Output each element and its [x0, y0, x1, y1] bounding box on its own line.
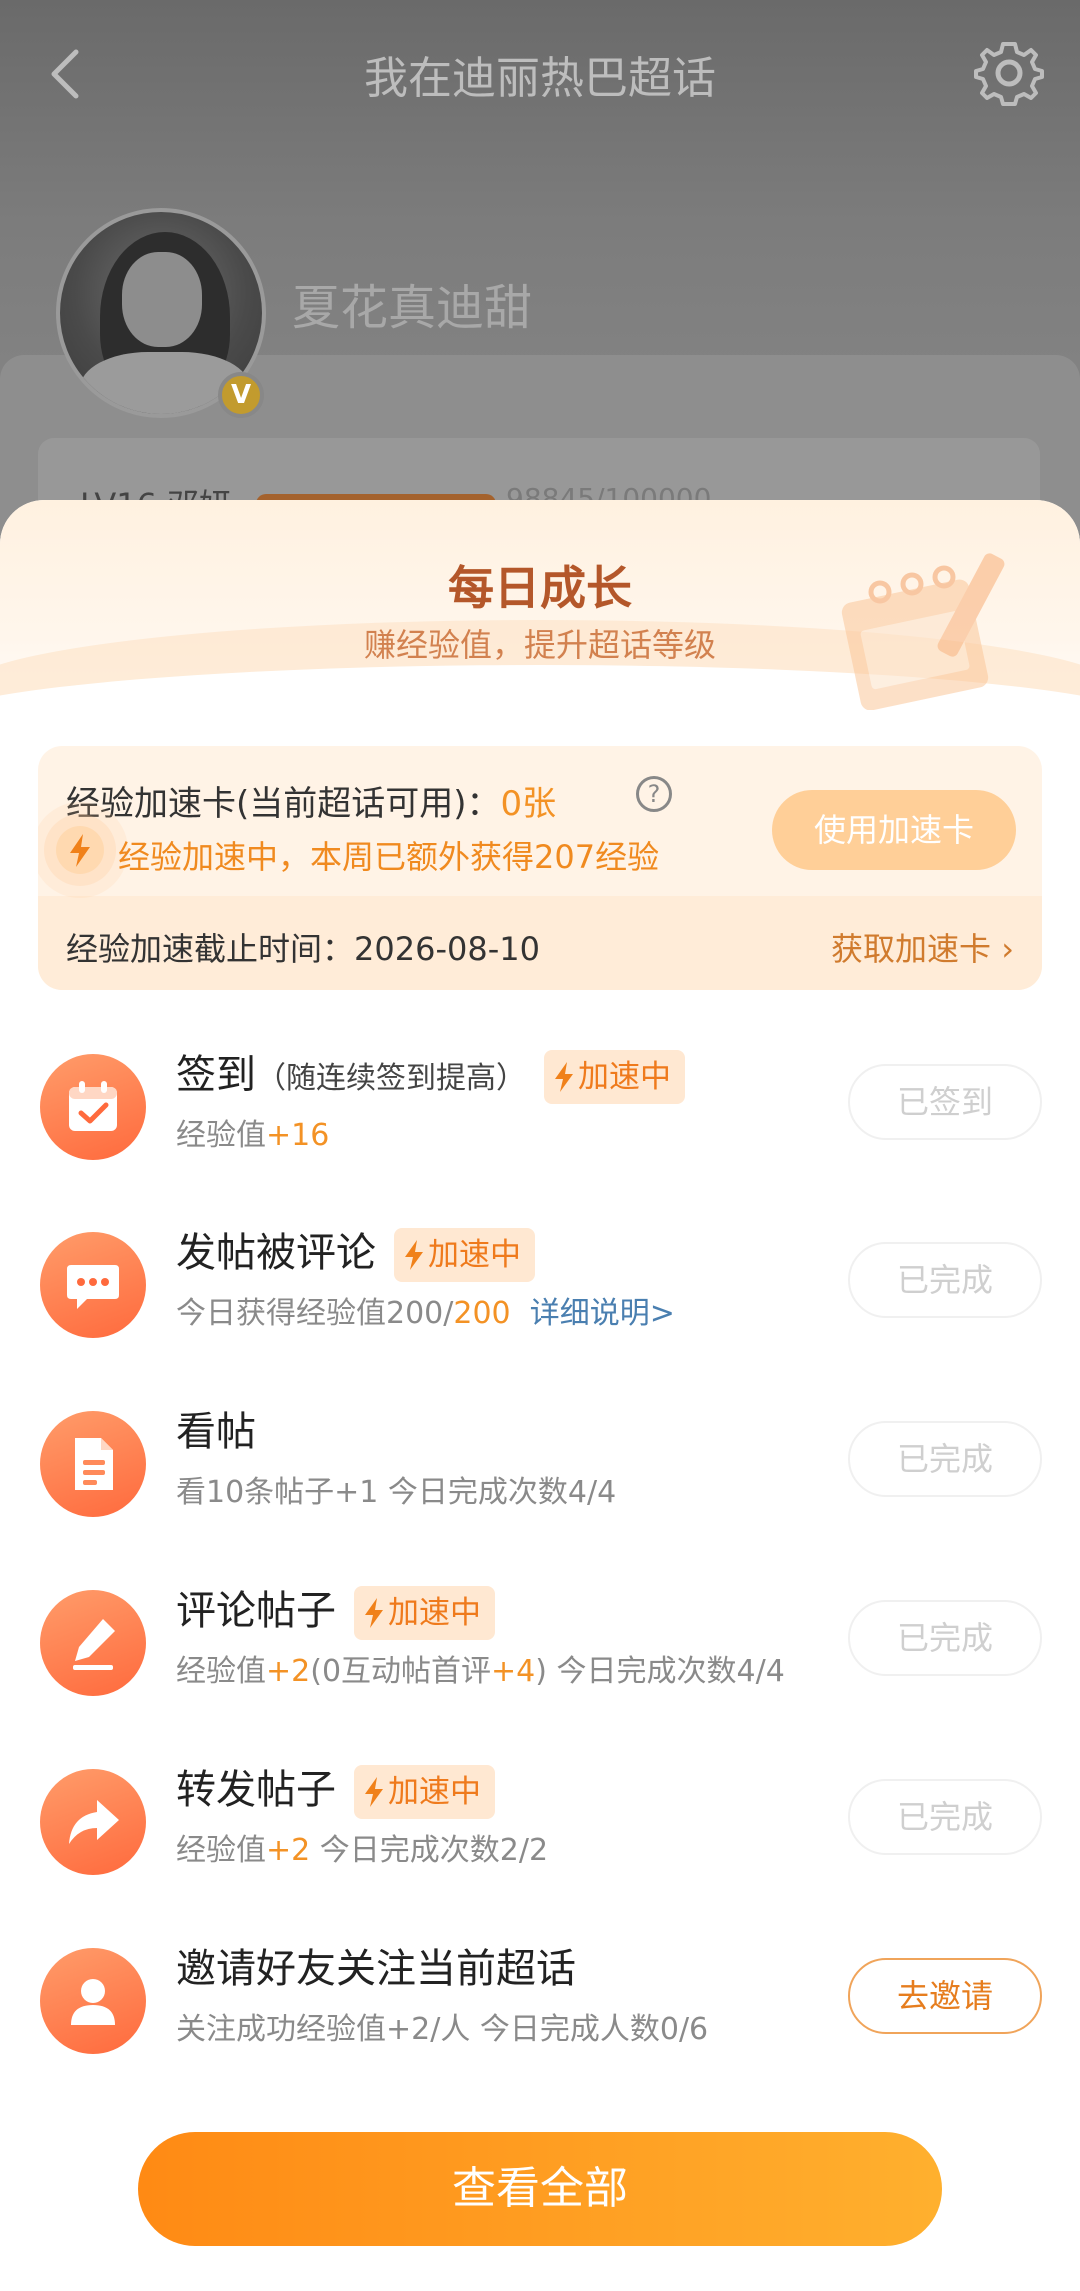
accelerating-badge: 加速中	[544, 1050, 685, 1104]
task-description-text: 经验值	[176, 1118, 266, 1153]
task-note: （随连续签到提高）	[256, 1061, 526, 1096]
use-boost-card-button[interactable]: 使用加速卡	[772, 790, 1016, 870]
task-description-text: (0互动帖首评	[310, 1654, 492, 1689]
task-title-text: 评论帖子	[176, 1588, 336, 1634]
task-title-text: 签到	[176, 1052, 256, 1098]
task-exp-value: +2	[266, 1654, 311, 1689]
task-description-text: ) 今日完成次数4/4	[535, 1654, 785, 1689]
boost-card-panel: 经验加速卡(当前超话可用)：0张 ? 经验加速中，本周已额外获得207经验 使用…	[38, 746, 1042, 990]
task-title: 签到（随连续签到提高） 加速中	[176, 1042, 685, 1104]
boost-status-text: 经验加速中，本周已额外获得207经验	[118, 838, 660, 876]
chevron-right-icon: ›	[1001, 930, 1014, 968]
task-invite-friends: 邀请好友关注当前超话 关注成功经验值+2/人 今日完成人数0/6 去邀请	[0, 1934, 1080, 2084]
task-description-text: 经验值	[176, 1833, 266, 1868]
avatar-face	[122, 252, 202, 347]
accelerating-badge-text: 加速中	[578, 1059, 671, 1095]
task-title-text: 看帖	[176, 1409, 256, 1455]
page-title: 我在迪丽热巴超话	[364, 53, 716, 104]
boost-card-count: 0张	[500, 784, 557, 824]
details-link[interactable]: 详细说明>	[530, 1296, 675, 1331]
get-boost-card-label: 获取加速卡	[831, 930, 992, 968]
task-description-text: 经验值	[176, 1654, 266, 1689]
task-description-text: 今日获得经验值200/	[176, 1296, 454, 1331]
person-icon	[40, 1948, 146, 2054]
accelerating-badge-text: 加速中	[428, 1237, 521, 1273]
sheet-subtitle: 赚经验值，提升超话等级	[363, 626, 716, 664]
accelerating-badge: 加速中	[354, 1586, 495, 1640]
view-all-button[interactable]: 查看全部	[138, 2132, 942, 2246]
task-view-posts: 看帖 看10条帖子+1 今日完成次数4/4 已完成	[0, 1397, 1080, 1547]
pen-icon	[40, 1590, 146, 1696]
task-post-commented: 发帖被评论 加速中 今日获得经验值200/200 详细说明> 已完成	[0, 1218, 1080, 1368]
task-title: 邀请好友关注当前超话	[176, 1936, 576, 1994]
completed-button[interactable]: 已完成	[848, 1779, 1042, 1855]
task-exp-value: 200	[453, 1296, 511, 1331]
lightning-icon	[365, 1777, 383, 1807]
task-title-text: 邀请好友关注当前超话	[176, 1946, 576, 1992]
top-nav: 我在迪丽热巴超话	[0, 30, 1080, 115]
task-title: 转发帖子 加速中	[176, 1757, 495, 1819]
accelerating-badge: 加速中	[394, 1228, 535, 1282]
boost-card-label: 经验加速卡(当前超话可用)：0张	[66, 776, 556, 825]
document-icon	[40, 1411, 146, 1517]
task-exp-bonus: +4	[491, 1654, 536, 1689]
sheet-header: 每日成长 赚经验值，提升超话等级	[0, 500, 1080, 785]
help-icon[interactable]: ?	[636, 776, 672, 812]
get-boost-card-link[interactable]: 获取加速卡 ›	[831, 924, 1014, 970]
gear-icon[interactable]	[974, 38, 1044, 108]
task-description: 经验值+16	[176, 1110, 329, 1154]
lightning-icon	[365, 1598, 383, 1628]
verified-badge-icon: V	[218, 372, 264, 418]
task-description: 经验值+2(0互动帖首评+4) 今日完成次数4/4	[176, 1646, 785, 1690]
signed-in-button[interactable]: 已签到	[848, 1064, 1042, 1140]
task-description: 经验值+2 今日完成次数2/2	[176, 1825, 548, 1869]
task-description: 关注成功经验值+2/人 今日完成人数0/6	[176, 2012, 709, 2047]
share-arrow-icon	[40, 1769, 146, 1875]
task-title: 看帖	[176, 1399, 256, 1457]
sheet-title: 每日成长	[448, 561, 632, 615]
completed-button[interactable]: 已完成	[848, 1600, 1042, 1676]
task-title: 发帖被评论 加速中	[176, 1220, 535, 1282]
task-title-text: 发帖被评论	[176, 1230, 376, 1276]
task-description: 看10条帖子+1 今日完成次数4/4	[176, 1475, 617, 1510]
task-exp-value: +2	[266, 1833, 311, 1868]
task-exp-value: +16	[266, 1118, 330, 1153]
invite-button[interactable]: 去邀请	[848, 1958, 1042, 2034]
accelerating-badge: 加速中	[354, 1765, 495, 1819]
lightning-icon	[405, 1240, 423, 1270]
task-comment-posts: 评论帖子 加速中 经验值+2(0互动帖首评+4) 今日完成次数4/4 已完成	[0, 1576, 1080, 1726]
lightning-icon	[555, 1062, 573, 1092]
completed-button[interactable]: 已完成	[848, 1421, 1042, 1497]
username: 夏花真迪甜	[292, 280, 533, 336]
task-checkin: 签到（随连续签到提高） 加速中 经验值+16 已签到	[0, 1040, 1080, 1190]
chat-bubble-icon	[40, 1232, 146, 1338]
completed-button[interactable]: 已完成	[848, 1242, 1042, 1318]
lightning-icon	[56, 826, 104, 874]
task-repost: 转发帖子 加速中 经验值+2 今日完成次数2/2 已完成	[0, 1755, 1080, 1905]
accelerating-badge-text: 加速中	[388, 1595, 481, 1631]
boost-deadline-text: 经验加速截止时间：2026-08-10	[66, 930, 540, 968]
accelerating-badge-text: 加速中	[388, 1774, 481, 1810]
task-description-text: 今日完成次数2/2	[310, 1833, 549, 1868]
task-description: 今日获得经验值200/200 详细说明>	[176, 1288, 675, 1332]
daily-growth-sheet: 每日成长 赚经验值，提升超话等级 经验加速卡(当前超话可用)：0张 ? 经验加速…	[0, 500, 1080, 2291]
calendar-check-icon	[40, 1054, 146, 1160]
task-title-text: 转发帖子	[176, 1767, 336, 1813]
boost-card-label-text: 经验加速卡(当前超话可用)：	[66, 784, 501, 824]
task-title: 评论帖子 加速中	[176, 1578, 495, 1640]
